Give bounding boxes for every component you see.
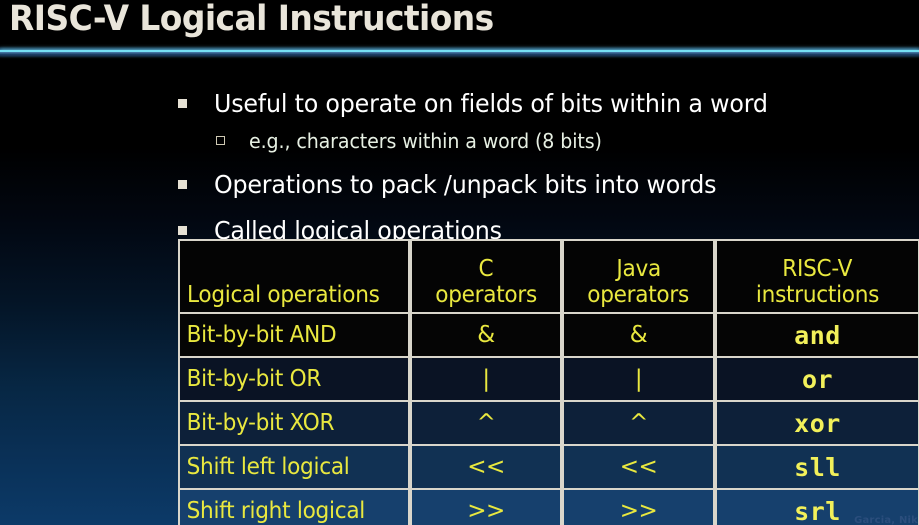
cell-c-operator: >> <box>410 490 562 525</box>
java-operator-value: & <box>629 322 648 348</box>
riscv-instruction-value: xor <box>794 408 841 438</box>
c-operator-value: << <box>467 454 505 480</box>
bullet-text-2: e.g., characters within a word (8 bits) <box>249 129 602 153</box>
table-header-label: operators <box>435 282 537 309</box>
operation-label: Shift left logical <box>186 454 350 480</box>
cell-java-operator: >> <box>562 490 715 525</box>
filled-square-bullet-icon <box>178 180 187 189</box>
table-header-label: RISC-V <box>782 256 853 283</box>
table-row: Bit-by-bit XOR ^ ^ xor <box>178 402 919 446</box>
table-row: Shift left logical << << sll <box>178 446 919 490</box>
table-header-cell-operations: Logical operations <box>178 239 410 314</box>
table-row: Shift right logical >> >> srl <box>178 490 919 525</box>
cell-java-operator: & <box>562 314 715 358</box>
cell-riscv-instruction: sll <box>715 446 919 490</box>
java-operator-value: << <box>619 454 658 480</box>
c-operator-value: >> <box>467 498 505 524</box>
java-operator-value: >> <box>619 498 658 524</box>
table-header-row: Logical operations C operators Java oper… <box>178 239 919 314</box>
hollow-square-bullet-icon <box>216 136 225 145</box>
page-title: RISC-V Logical Instructions <box>9 0 494 39</box>
cell-c-operator: & <box>410 314 562 358</box>
table-header-label: C <box>478 256 494 283</box>
cell-riscv-instruction: and <box>715 314 919 358</box>
c-operator-value: ^ <box>476 410 496 436</box>
footer-credit: Garcia, Nik <box>854 515 918 525</box>
title-divider <box>0 46 919 58</box>
table-header-label: operators <box>587 282 690 309</box>
operation-label: Bit-by-bit XOR <box>186 410 335 436</box>
filled-square-bullet-icon <box>178 226 187 235</box>
java-operator-value: | <box>634 366 643 392</box>
riscv-instruction-value: or <box>801 364 834 394</box>
bullet-item-1: Useful to operate on fields of bits with… <box>178 89 797 118</box>
table-header-label: Java <box>616 256 661 283</box>
slide-canvas: RISC-V Logical Instructions Useful to op… <box>0 0 919 525</box>
cell-c-operator: << <box>410 446 562 490</box>
table-header-cell-c: C operators <box>410 239 562 314</box>
cell-c-operator: | <box>410 358 562 402</box>
divider-glow-lower <box>0 52 919 58</box>
table-header-cell-riscv: RISC-V instructions <box>715 239 919 314</box>
table-header-cell-java: Java operators <box>562 239 715 314</box>
operation-label: Bit-by-bit OR <box>186 366 322 392</box>
bullet-item-3: Operations to pack /unpack bits into wor… <box>178 170 743 199</box>
operation-label: Shift right logical <box>186 498 366 524</box>
filled-square-bullet-icon <box>178 99 187 108</box>
cell-operation: Bit-by-bit OR <box>178 358 410 402</box>
riscv-instruction-value: sll <box>794 452 841 482</box>
cell-operation: Bit-by-bit AND <box>178 314 410 358</box>
table-header-label: Logical operations <box>187 282 380 309</box>
cell-java-operator: | <box>562 358 715 402</box>
java-operator-value: ^ <box>629 410 648 436</box>
title-bar: RISC-V Logical Instructions <box>0 0 919 48</box>
cell-operation: Bit-by-bit XOR <box>178 402 410 446</box>
operation-label: Bit-by-bit AND <box>186 322 337 348</box>
bullet-item-2: e.g., characters within a word (8 bits) <box>216 129 620 153</box>
table-row: Bit-by-bit OR | | or <box>178 358 919 402</box>
cell-riscv-instruction: xor <box>715 402 919 446</box>
table-header-label: instructions <box>755 282 880 309</box>
cell-riscv-instruction: or <box>715 358 919 402</box>
riscv-instruction-value: and <box>794 320 841 350</box>
cell-operation: Shift right logical <box>178 490 410 525</box>
table-row: Bit-by-bit AND & & and <box>178 314 919 358</box>
c-operator-value: | <box>482 366 490 392</box>
logical-operations-table: Logical operations C operators Java oper… <box>178 239 919 525</box>
cell-java-operator: << <box>562 446 715 490</box>
bullet-text-1: Useful to operate on fields of bits with… <box>214 89 768 118</box>
cell-java-operator: ^ <box>562 402 715 446</box>
cell-c-operator: ^ <box>410 402 562 446</box>
bullet-text-3: Operations to pack /unpack bits into wor… <box>214 170 717 199</box>
c-operator-value: & <box>477 322 495 348</box>
cell-operation: Shift left logical <box>178 446 410 490</box>
